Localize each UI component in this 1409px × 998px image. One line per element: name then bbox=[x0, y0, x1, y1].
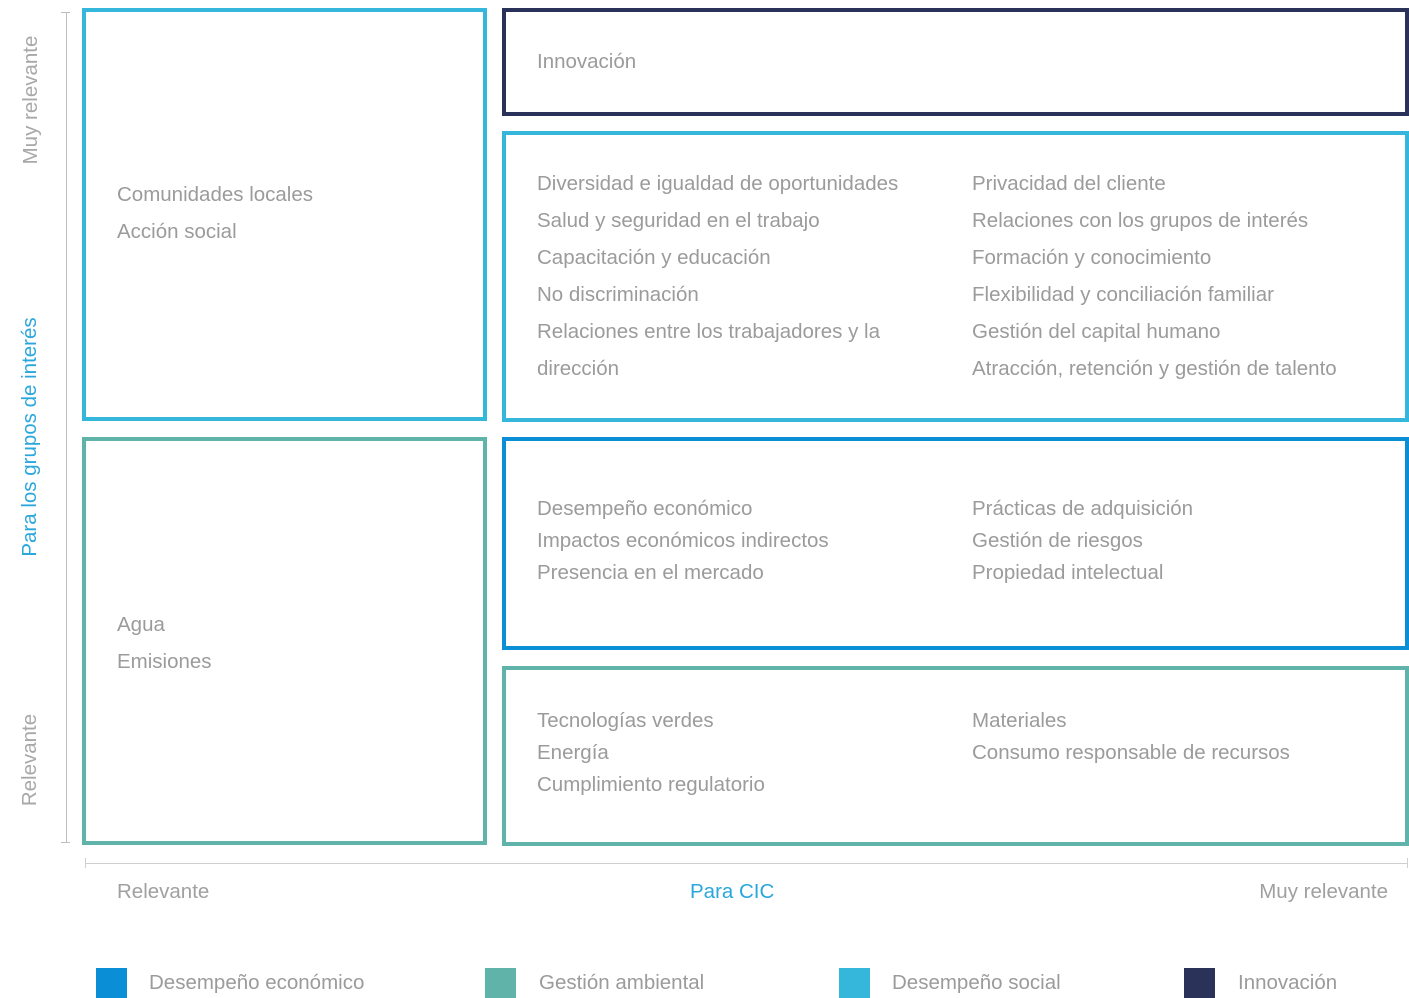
list-item: Relaciones con los grupos de interés bbox=[972, 209, 1309, 232]
legend-swatch-innovacion bbox=[1184, 968, 1215, 998]
box-innovacion: Innovación bbox=[502, 8, 1409, 116]
legend-label-social: Desempeño social bbox=[892, 971, 1061, 994]
x-axis-title: Para CIC bbox=[690, 880, 775, 903]
x-axis-tick-left bbox=[85, 858, 86, 868]
y-axis-high-label: Muy relevante bbox=[19, 35, 42, 165]
box-social-right: Diversidad e igualdad de oportunidades S… bbox=[502, 131, 1409, 422]
social-right-col1: Diversidad e igualdad de oportunidades S… bbox=[537, 165, 898, 387]
list-item: Tecnologías verdes bbox=[537, 709, 714, 732]
legend-swatch-ambiental bbox=[485, 968, 516, 998]
list-item: Innovación bbox=[537, 50, 637, 73]
list-item: Energía bbox=[537, 741, 609, 764]
y-axis-title: Para los grupos de interés bbox=[18, 317, 41, 557]
legend-label-innovacion: Innovación bbox=[1238, 971, 1338, 994]
x-axis-high-label: Muy relevante bbox=[1259, 880, 1388, 903]
list-item: Atracción, retención y gestión de talent… bbox=[972, 357, 1337, 380]
legend-swatch-economico bbox=[96, 968, 127, 998]
list-item: Formación y conocimiento bbox=[972, 246, 1212, 269]
list-item: Impactos económicos indirectos bbox=[537, 529, 829, 552]
ambiental-right-col2: Materiales Consumo responsable de recurs… bbox=[972, 705, 1290, 769]
list-item: Desempeño económico bbox=[537, 497, 753, 520]
list-item: Capacitación y educación bbox=[537, 246, 771, 269]
list-item: dirección bbox=[537, 357, 620, 380]
list-item: Gestión de riesgos bbox=[972, 529, 1143, 552]
list-item: Propiedad intelectual bbox=[972, 561, 1164, 584]
y-axis-tick-top bbox=[61, 12, 70, 13]
list-item: Agua bbox=[117, 613, 165, 636]
x-axis-tick-right bbox=[1407, 858, 1408, 868]
box-economico-right: Desempeño económico Impactos económicos … bbox=[502, 437, 1409, 650]
list-item: Materiales bbox=[972, 709, 1067, 732]
list-item: Salud y seguridad en el trabajo bbox=[537, 209, 820, 232]
x-axis-low-label: Relevante bbox=[117, 880, 210, 903]
y-axis-low-label: Relevante bbox=[18, 713, 41, 807]
legend-label-ambiental: Gestión ambiental bbox=[539, 971, 705, 994]
ambiental-right-col1: Tecnologías verdes Energía Cumplimiento … bbox=[537, 705, 765, 801]
box-ambiental-left: Agua Emisiones bbox=[82, 437, 487, 845]
list-item: Relaciones entre los trabajadores y la bbox=[537, 320, 880, 343]
economico-right-col1: Desempeño económico Impactos económicos … bbox=[537, 493, 829, 589]
list-item: Privacidad del cliente bbox=[972, 172, 1166, 195]
y-axis-tick-bottom bbox=[61, 842, 70, 843]
list-item: Consumo responsable de recursos bbox=[972, 741, 1290, 764]
box-ambiental-right: Tecnologías verdes Energía Cumplimiento … bbox=[502, 666, 1409, 846]
list-item: Gestión del capital humano bbox=[972, 320, 1221, 343]
economico-right-col2: Prácticas de adquisición Gestión de ries… bbox=[972, 493, 1193, 589]
list-item: No discriminación bbox=[537, 283, 699, 306]
social-right-col2: Privacidad del cliente Relaciones con lo… bbox=[972, 165, 1337, 387]
list-item: Prácticas de adquisición bbox=[972, 497, 1194, 520]
list-item: Emisiones bbox=[117, 650, 212, 673]
x-axis-line bbox=[85, 863, 1408, 864]
list-item: Presencia en el mercado bbox=[537, 561, 764, 584]
list-item: Diversidad e igualdad de oportunidades bbox=[537, 172, 899, 195]
y-axis-line bbox=[66, 12, 67, 843]
list-item: Flexibilidad y conciliación familiar bbox=[972, 283, 1274, 306]
box-social-left: Comunidades locales Acción social bbox=[82, 8, 487, 421]
legend-label-economico: Desempeño económico bbox=[149, 971, 365, 994]
list-item: Cumplimiento regulatorio bbox=[537, 773, 765, 796]
legend-swatch-social bbox=[839, 968, 870, 998]
list-item: Comunidades locales bbox=[117, 183, 314, 206]
list-item: Acción social bbox=[117, 220, 237, 243]
